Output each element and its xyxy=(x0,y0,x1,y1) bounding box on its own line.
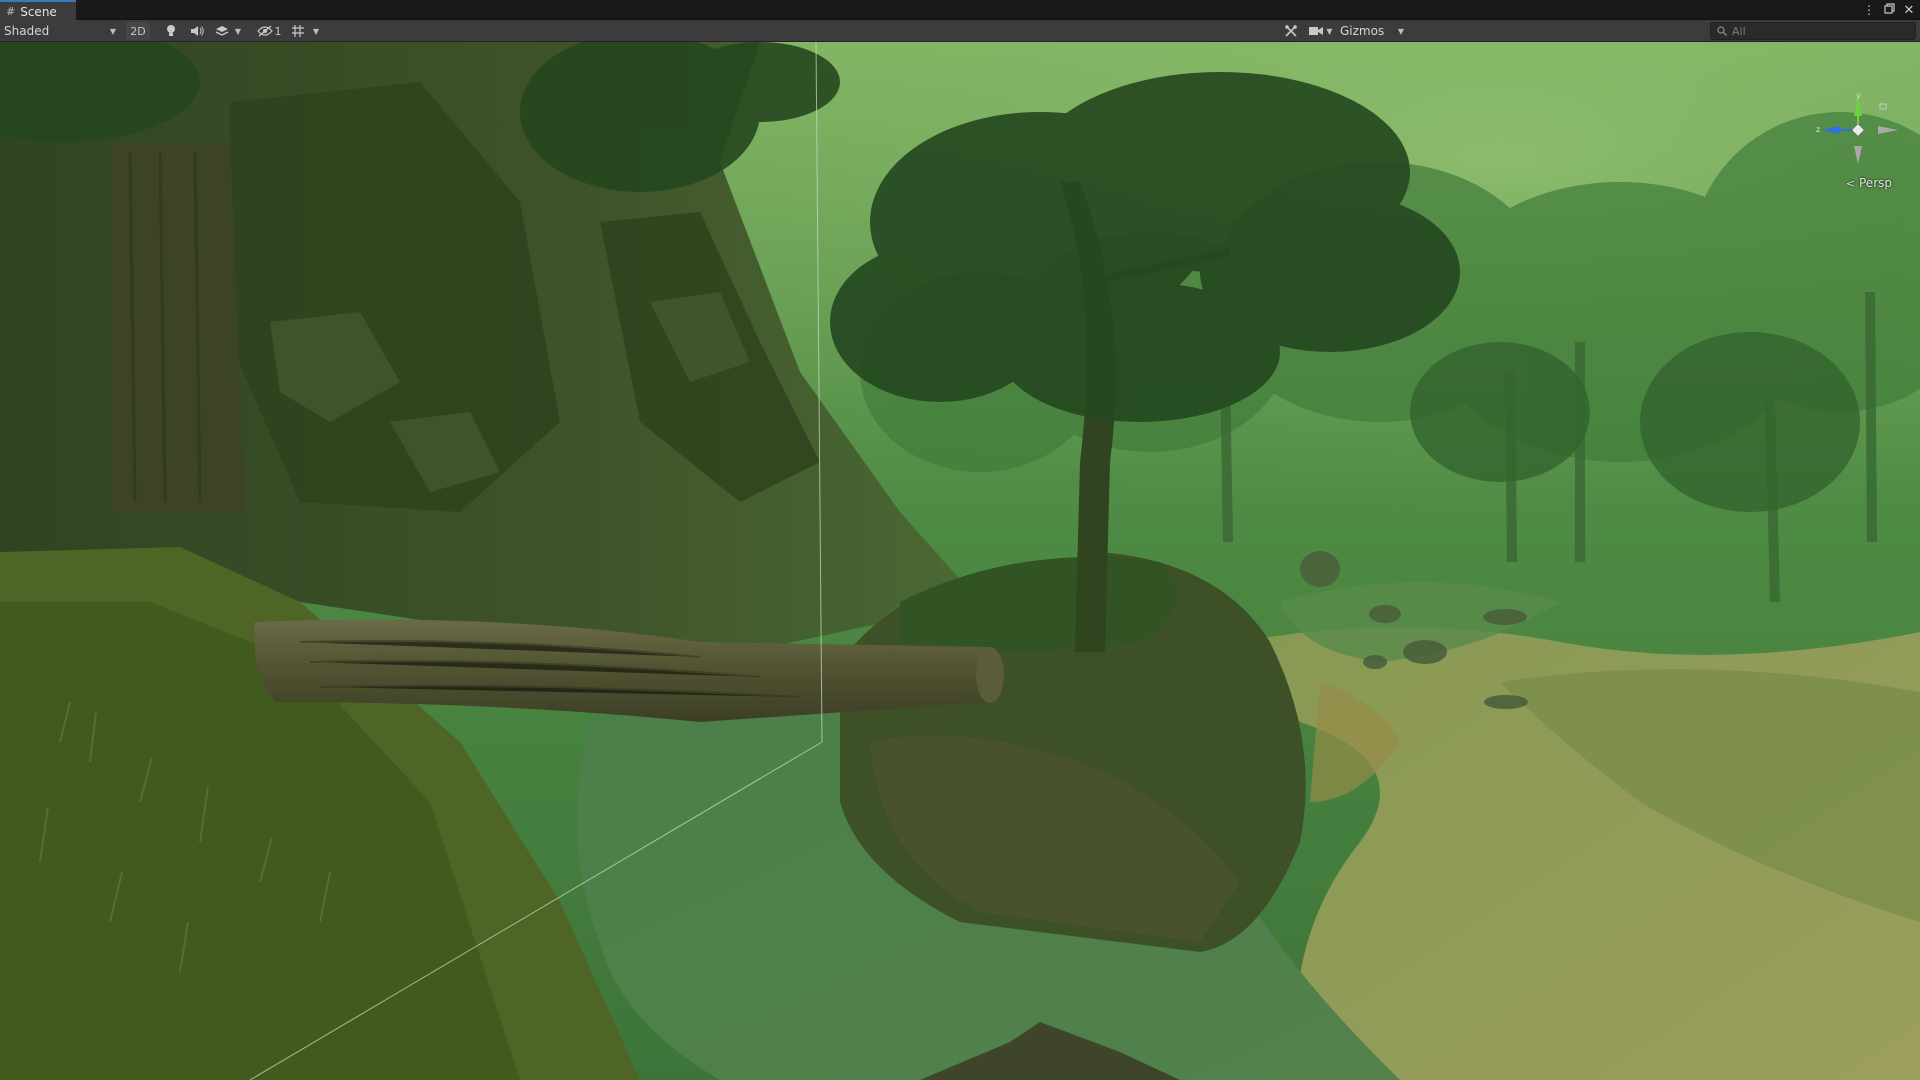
editor-tab-bar: # Scene ⋮ ✕ xyxy=(0,0,1920,21)
toggle-2d-button[interactable]: 2D xyxy=(126,22,150,40)
chevron-down-icon: ▼ xyxy=(312,26,320,36)
draw-mode-dropdown[interactable]: Shaded ▼ xyxy=(2,22,120,40)
orientation-gizmo[interactable]: y z xyxy=(1816,90,1906,170)
scene-render xyxy=(0,42,1920,1080)
effects-dropdown-button[interactable]: ▼ xyxy=(232,22,244,40)
scene-search-box xyxy=(1710,22,1916,40)
lighting-toggle-button[interactable] xyxy=(160,22,182,40)
grid-toggle-button[interactable] xyxy=(288,22,308,40)
axis-y-neg-cone[interactable] xyxy=(1854,146,1862,164)
projection-toggle[interactable]: < Persp xyxy=(1846,176,1892,190)
effects-toggle-button[interactable] xyxy=(212,22,232,40)
chevron-down-icon: ▼ xyxy=(234,26,242,36)
axis-z-label: z xyxy=(1816,125,1820,134)
draw-mode-value: Shaded xyxy=(4,24,50,38)
grid-dropdown-button[interactable]: ▼ xyxy=(310,22,322,40)
kebab-menu-icon[interactable]: ⋮ xyxy=(1862,3,1876,17)
tab-scene-label: Scene xyxy=(20,4,57,19)
close-icon[interactable]: ✕ xyxy=(1902,3,1916,18)
camera-settings-button[interactable]: ▼ xyxy=(1306,22,1336,40)
maximize-icon[interactable] xyxy=(1882,3,1896,17)
window-controls: ⋮ ✕ xyxy=(1862,1,1916,19)
camera-icon xyxy=(1309,27,1324,35)
lightbulb-icon xyxy=(167,25,175,36)
tab-scene[interactable]: # Scene xyxy=(0,0,76,21)
scene-viewport[interactable]: y z < Persp xyxy=(0,42,1920,1080)
eye-slash-icon xyxy=(256,25,273,37)
chevron-down-icon: ▼ xyxy=(109,26,116,36)
projection-label: Persp xyxy=(1859,176,1892,190)
chevron-left-icon: < xyxy=(1845,176,1855,190)
wrench-icon xyxy=(1285,25,1297,37)
lock-icon[interactable] xyxy=(1879,103,1887,110)
hash-icon: # xyxy=(6,5,16,18)
tools-button[interactable] xyxy=(1280,22,1302,40)
gizmos-toggle-button[interactable]: Gizmos xyxy=(1338,22,1392,40)
audio-toggle-button[interactable] xyxy=(186,22,208,40)
scene-toolbar: Shaded ▼ 2D ▼ 1 ▼ ▼ Gizmos ▼ xyxy=(0,20,1920,42)
grid-icon xyxy=(292,25,304,37)
speaker-icon xyxy=(191,26,204,36)
axis-y-label: y xyxy=(1856,91,1861,100)
chevron-down-icon: ▼ xyxy=(1397,26,1405,36)
scene-visibility-button[interactable]: 1 xyxy=(254,22,284,40)
axis-x-neg-cone[interactable] xyxy=(1878,126,1898,134)
search-input[interactable] xyxy=(1732,24,1902,38)
axis-z-cone[interactable] xyxy=(1822,126,1840,134)
layers-icon xyxy=(215,26,229,36)
hidden-objects-count: 1 xyxy=(274,24,282,38)
search-icon xyxy=(1717,26,1727,36)
gizmos-dropdown-button[interactable]: ▼ xyxy=(1394,22,1408,40)
chevron-down-icon: ▼ xyxy=(1326,26,1333,36)
